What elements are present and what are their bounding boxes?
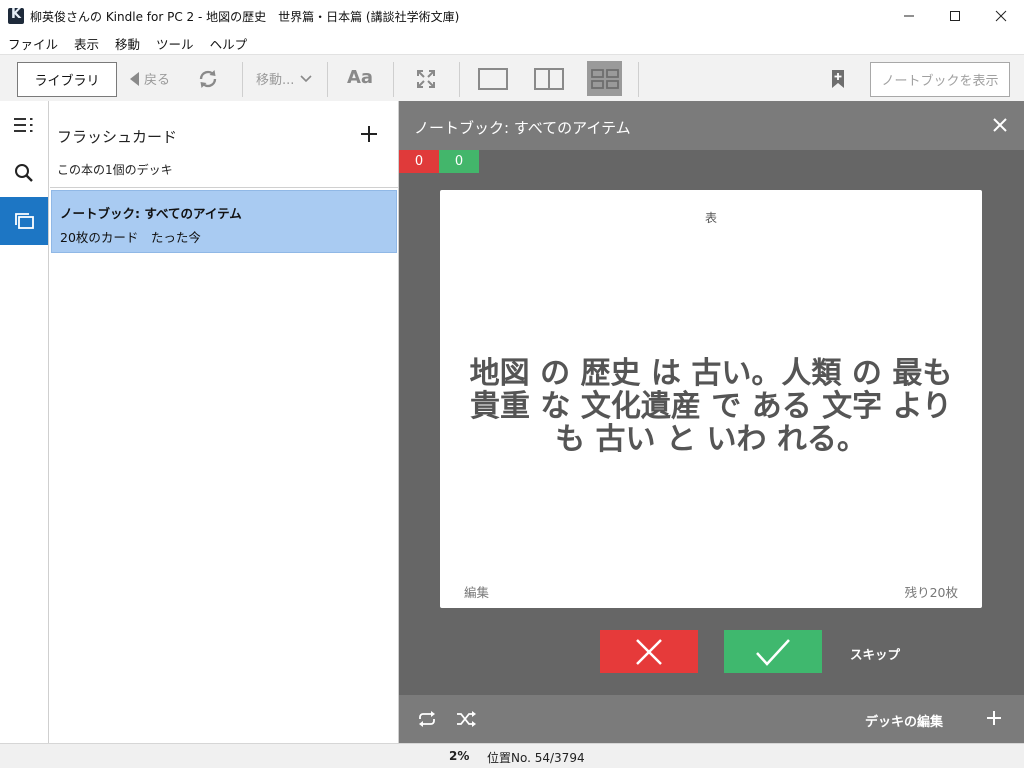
back-button[interactable]: 戻る — [130, 69, 170, 88]
close-icon — [995, 10, 1007, 22]
panel-title: フラッシュカード — [57, 128, 178, 146]
shuffle-button[interactable] — [456, 710, 476, 732]
back-arrow-icon — [130, 71, 139, 86]
toolbar-divider — [638, 62, 639, 97]
menu-tools[interactable]: ツール — [148, 34, 202, 53]
two-page-view-button[interactable] — [534, 68, 564, 90]
fullscreen-icon — [417, 70, 435, 88]
mark-correct-button[interactable] — [724, 630, 822, 673]
shuffle-icon — [457, 711, 476, 727]
toolbar-divider — [459, 62, 460, 97]
window-controls — [886, 0, 1024, 32]
remaining-count: 残り20枚 — [904, 585, 958, 600]
menu-bar: ファイル 表示 移動 ツール ヘルプ — [0, 32, 1024, 54]
flashcard[interactable]: 表 地図 の 歴史 は 古い。人類 の 最も 貴重 な 文化遺産 で ある 文字… — [440, 190, 982, 608]
side-rail — [0, 101, 49, 743]
goto-label: 移動... — [256, 73, 295, 88]
title-bar: 柳英俊さんの Kindle for PC 2 - 地図の歴史 世界篇・日本篇 (… — [0, 0, 1024, 32]
toolbar-divider — [242, 62, 243, 97]
kindle-app-icon — [8, 8, 24, 24]
bookmark-add-icon — [832, 70, 844, 88]
flashcard-view-button[interactable] — [587, 61, 622, 96]
chevron-down-icon — [300, 74, 312, 82]
reading-progress-percent: 2% — [449, 749, 470, 763]
toc-button[interactable] — [0, 101, 48, 149]
font-settings-button[interactable]: Aa — [347, 67, 373, 88]
minimize-button[interactable] — [886, 0, 932, 32]
study-header: ノートブック: すべてのアイテム — [399, 101, 1024, 150]
study-title: ノートブック: すべてのアイテム — [414, 119, 631, 137]
list-item[interactable]: ノートブック: すべてのアイテム 20枚のカード たった今 — [51, 190, 397, 253]
repeat-icon — [419, 711, 435, 727]
divider — [50, 187, 399, 188]
table-of-contents-icon — [14, 118, 33, 132]
plus-icon — [987, 711, 1001, 725]
flashcard-study-area: ノートブック: すべてのアイテム 0 0 表 地図 の 歴史 は 古い。人類 の… — [399, 101, 1024, 743]
right-count-badge: 0 — [439, 150, 479, 173]
add-bookmark-button[interactable] — [830, 69, 846, 89]
edit-deck-button[interactable]: デッキの編集 — [865, 711, 943, 730]
deck-meta: 20枚のカード たった今 — [60, 230, 201, 245]
location-indicator: 位置No. 54/3794 — [487, 751, 585, 765]
menu-go[interactable]: 移動 — [107, 34, 148, 53]
card-side-label: 表 — [704, 211, 717, 225]
add-card-button[interactable] — [985, 709, 1003, 731]
add-deck-button[interactable] — [358, 123, 380, 149]
sync-button[interactable] — [196, 67, 220, 91]
flashcard-grid-icon — [590, 68, 619, 89]
close-study-button[interactable] — [992, 117, 1008, 137]
deck-name: ノートブック: すべてのアイテム — [60, 206, 242, 221]
fullscreen-button[interactable] — [414, 67, 438, 91]
x-mark-icon — [636, 638, 662, 665]
toolbar: ライブラリ 戻る 移動... Aa ノートブックを表示 — [0, 54, 1024, 101]
flashcard-deck-panel: フラッシュカード この本の1個のデッキ ノートブック: すべてのアイテム 20枚… — [50, 101, 399, 743]
plus-icon — [361, 126, 377, 142]
back-label: 戻る — [144, 73, 171, 88]
sync-icon — [199, 70, 217, 88]
menu-view[interactable]: 表示 — [66, 34, 107, 53]
search-button[interactable] — [0, 149, 48, 197]
maximize-button[interactable] — [932, 0, 978, 32]
maximize-icon — [950, 11, 960, 21]
status-bar: 2% 位置No. 54/3794 — [0, 743, 1024, 768]
mark-wrong-button[interactable] — [600, 630, 698, 673]
toolbar-divider — [393, 62, 394, 97]
flashcards-button[interactable] — [0, 197, 48, 245]
repeat-button[interactable] — [417, 710, 437, 732]
wrong-count-badge: 0 — [399, 150, 439, 173]
card-content: 地図 の 歴史 は 古い。人類 の 最も 貴重 な 文化遺産 で ある 文字 よ… — [469, 356, 953, 457]
toolbar-divider — [327, 62, 328, 97]
skip-button[interactable]: スキップ — [850, 644, 900, 663]
flashcards-icon — [15, 213, 34, 229]
close-window-button[interactable] — [978, 0, 1024, 32]
study-footer: デッキの編集 — [399, 695, 1024, 743]
single-page-icon — [478, 68, 508, 90]
edit-card-link[interactable]: 編集 — [464, 582, 489, 601]
close-icon — [993, 118, 1007, 132]
library-button[interactable]: ライブラリ — [17, 62, 117, 97]
deck-count-label: この本の1個のデッキ — [57, 163, 173, 177]
menu-file[interactable]: ファイル — [0, 34, 66, 53]
search-icon — [15, 164, 33, 182]
two-page-icon — [534, 68, 564, 90]
single-page-view-button[interactable] — [478, 68, 508, 90]
goto-dropdown[interactable]: 移動... — [256, 69, 312, 88]
menu-help[interactable]: ヘルプ — [202, 34, 256, 53]
minimize-icon — [904, 15, 914, 17]
checkmark-icon — [756, 638, 790, 666]
show-notebook-button[interactable]: ノートブックを表示 — [870, 62, 1010, 97]
window-title: 柳英俊さんの Kindle for PC 2 - 地図の歴史 世界篇・日本篇 (… — [30, 9, 460, 24]
